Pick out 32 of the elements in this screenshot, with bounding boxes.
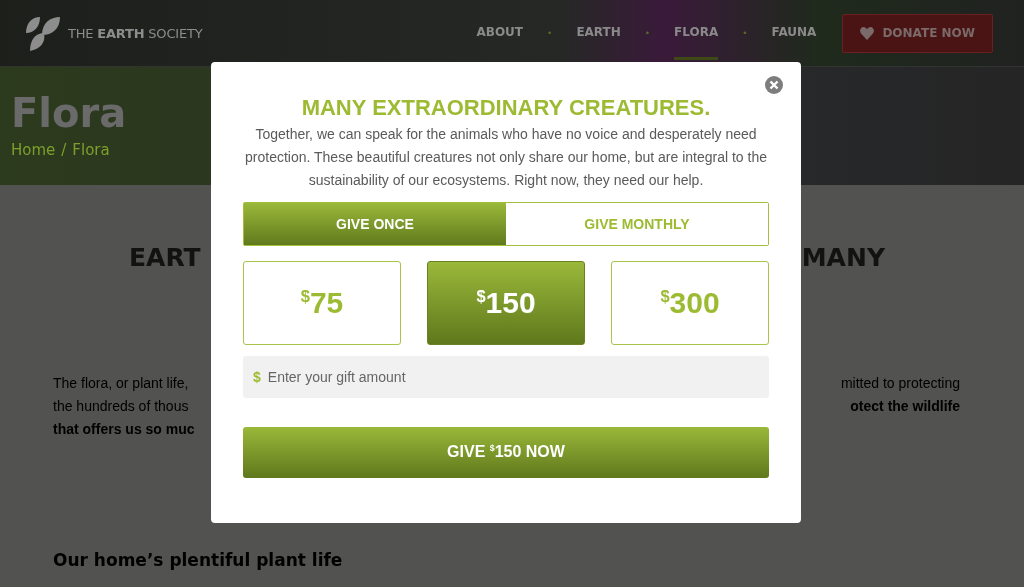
breadcrumb-separator: /: [61, 141, 67, 159]
paragraph-text: mitted to protecting: [840, 374, 960, 393]
subheading: Our home’s plentiful plant life: [53, 550, 344, 570]
amount-option[interactable]: $^{$}$75: [243, 261, 401, 345]
donate-button[interactable]: DONATE NOW: [842, 13, 993, 53]
heart-icon: [860, 26, 875, 40]
breadcrumb-link[interactable]: Home: [11, 141, 56, 159]
paragraph-text: that offers us so muc: [53, 420, 195, 439]
frequency-tab[interactable]: GIVE ONCE: [244, 203, 506, 245]
section-heading: EART: [129, 243, 201, 272]
give-now-button[interactable]: GIVE $^{$}$150 NOW: [243, 427, 769, 478]
nav-link[interactable]: FAUNA: [771, 6, 817, 60]
section-heading: MANY: [801, 243, 885, 272]
gift-amount-field[interactable]: $ Enter your gift amount: [243, 356, 769, 398]
paragraph-text: otect the wildlife: [849, 397, 960, 416]
amount-option[interactable]: $^{$}$150: [427, 261, 585, 345]
nav-separator: •: [644, 28, 651, 38]
amount-option[interactable]: $^{$}$300: [611, 261, 769, 345]
nav-link[interactable]: EARTH: [576, 6, 621, 60]
page-title: Flora: [11, 89, 127, 137]
site-logo-text: THE EARTH SOCIETY: [68, 25, 203, 41]
paragraph-text: the hundreds of thous: [53, 397, 190, 416]
paragraph-text: The flora, or plant life,: [53, 374, 190, 393]
close-button[interactable]: [765, 76, 783, 94]
breadcrumb-link[interactable]: Flora: [72, 141, 110, 159]
nav-separator: •: [742, 28, 748, 38]
modal-title: MANY EXTRAORDINARY CREATURES.: [300, 95, 712, 121]
gift-amount-input[interactable]: Enter your gift amount: [265, 368, 759, 386]
nav-link[interactable]: FLORA: [674, 6, 719, 60]
modal-text: Together, we can speak for the animals who have no voice and desperately need protection. These beautiful creatures not only share our home, but are integral to the sustainability of our ecosystems. Right now, they need our help.: [244, 125, 768, 190]
nav-link[interactable]: ABOUT: [476, 6, 524, 60]
nav-separator: •: [547, 28, 553, 38]
